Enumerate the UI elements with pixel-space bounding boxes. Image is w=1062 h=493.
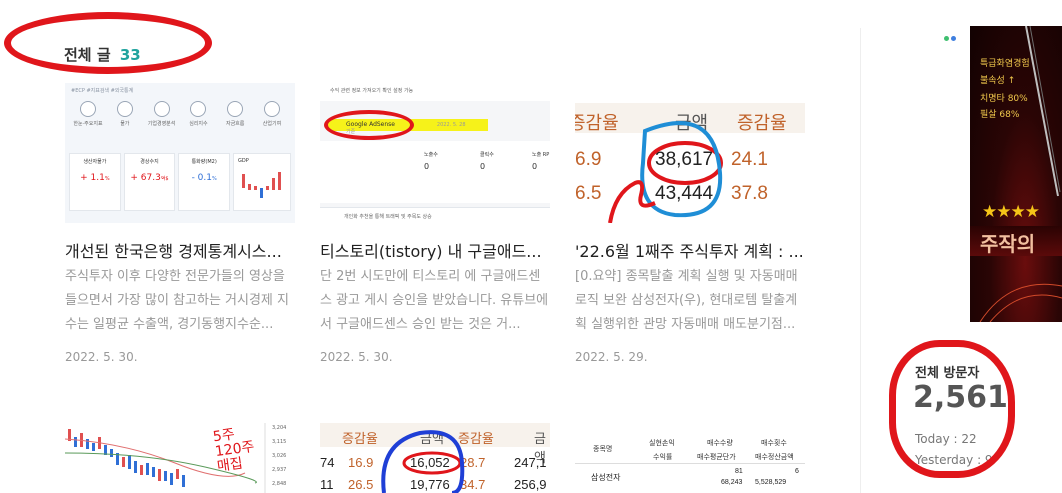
chart-tick: 3,204 [272,425,286,431]
stat-category: 심리지수 [183,101,213,127]
chart-icon [80,101,96,117]
price-icon [116,101,133,117]
chart-tick: 3,026 [272,453,286,459]
ad-indicator [944,26,958,45]
annotation-circle [324,110,414,140]
chart-tick: 3,115 [272,439,286,445]
post-thumbnail[interactable]: 증감율 금액 증감율 6.9 38,617 24.1 6.5 43,444 37… [575,83,805,223]
post-summary[interactable]: [0.요약] 종목탈출 계획 실행 및 자동매매로직 보완 삼성전자(우), 현… [575,265,805,337]
post-summary[interactable]: 주식투자 이후 다양한 전문가들의 영상을 들으면서 가장 많이 참고하는 거시… [65,265,295,337]
thumb-stat: 노출수 0 [424,152,438,171]
post-thumbnail[interactable]: 3,204 3,115 3,026 2,937 2,848 5주 120주 매집 [65,423,295,493]
table-header: 매수횟수 [761,440,787,447]
table-cell: 6 [795,468,799,475]
table-cell: 5,528,529 [755,479,787,486]
table-header: 매수수량 [707,440,733,447]
stat-box: 생산자물가 + 1.1% [69,153,121,211]
annotation-handwriting: 5주 120주 매집 [211,426,256,475]
post-card[interactable]: 증감율 금액 증감율 6.9 38,617 24.1 6.5 43,444 37… [575,83,805,368]
thumb-icon-row: 한눈·주요지표 물가 기업경영분석 심리지수 자금흐름 산업기여 [73,101,287,127]
thumb-bottom-bar: 개인화 추천을 통해 트래픽 및 주목도 상승 [320,207,550,223]
table-header: 매수정산금액 [755,454,794,461]
chart-tick: 2,937 [272,467,286,473]
ad-dot-icon [951,36,956,41]
post-thumbnail[interactable]: 수익 관련 정보 가져오기 확인 설정 가능 Google AdSense 20… [320,83,550,223]
post-date: 2022. 5. 30. [65,350,138,364]
stat-box: GDP [233,153,292,211]
stat-category: 산업기여 [257,101,287,127]
post-date: 2022. 5. 29. [575,350,648,364]
stat-category: 자금흐름 [220,101,250,127]
post-thumbnail[interactable]: 종목명 실현손익 매수수량 매수횟수 수익률 매수평균단가 매수정산금액 삼성전… [575,434,805,493]
post-card[interactable]: 수익 관련 정보 가져오기 확인 설정 가능 Google AdSense 20… [320,83,550,368]
thumb-stat: 노출 RP 0 [532,152,550,171]
ad-banner[interactable]: 특급화염경험 불속성 ↑ 치명타 80% 필살 68% ★★★★ 주작의 [970,26,1062,322]
stat-box: 경상수지 + 67.3억$ [123,153,176,211]
post-title[interactable]: 개선된 한국은행 경제통계시스... [65,238,295,262]
annotation-circle-header [4,12,212,74]
post-title[interactable]: '22.6월 1째주 주식투자 계획 : ... [575,238,805,262]
annotation-scribble [381,430,465,493]
post-thumbnail[interactable]: 증감율 금액 증감율 금액 74 16.9 16,052 28.7 247,1 … [320,423,550,493]
table-header: 실현손익 [649,440,675,447]
stat-category: 기업경영분석 [147,101,177,127]
thumb-top-bar: 수익 관련 정보 가져오기 확인 설정 가능 [320,83,550,101]
post-thumbnail[interactable]: #ECP #지표검색 #외국통계 한눈·주요지표 물가 기업경영분석 심리지수 … [65,83,295,223]
chart-tick: 2,848 [272,481,286,487]
thumb-tabs: #ECP #지표검색 #외국통계 [71,88,134,94]
table-cell: 81 [735,468,743,475]
sword-icon [979,26,1062,322]
stat-category: 물가 [110,101,140,127]
post-card[interactable]: #ECP #지표검색 #외국통계 한눈·주요지표 물가 기업경영분석 심리지수 … [65,83,295,368]
sentiment-icon [190,101,207,117]
sidebar-divider [860,28,861,493]
thumb-stat-boxes: 생산자물가 + 1.1% 경상수지 + 67.3억$ 통화량(M2) - 0.1… [69,153,292,211]
table-header: 종목명 [593,446,613,453]
table-header: 매수평균단가 [697,454,736,461]
table-cell: 삼성전자 [591,473,621,482]
annotation-scribble [608,121,723,223]
table-header: 수익률 [653,454,673,461]
post-summary[interactable]: 단 2번 시도만에 티스토리 에 구글애드센스 광고 게시 승인을 받았습니다.… [320,265,550,337]
mini-bar-chart [242,172,282,198]
stat-category: 한눈·주요지표 [73,101,103,127]
money-flow-icon [227,101,244,117]
company-icon [153,101,170,117]
ad-dot-icon [944,36,949,41]
thumb-stat: 클릭수 0 [480,152,494,171]
post-title[interactable]: 티스토리(tistory) 내 구글애드... [320,238,550,262]
post-date: 2022. 5. 30. [320,350,393,364]
industry-icon [263,101,280,117]
annotation-circle-visitors [889,340,1015,478]
table-cell: 68,243 [721,479,743,486]
stat-box: 통화량(M2) - 0.1% [178,153,231,211]
